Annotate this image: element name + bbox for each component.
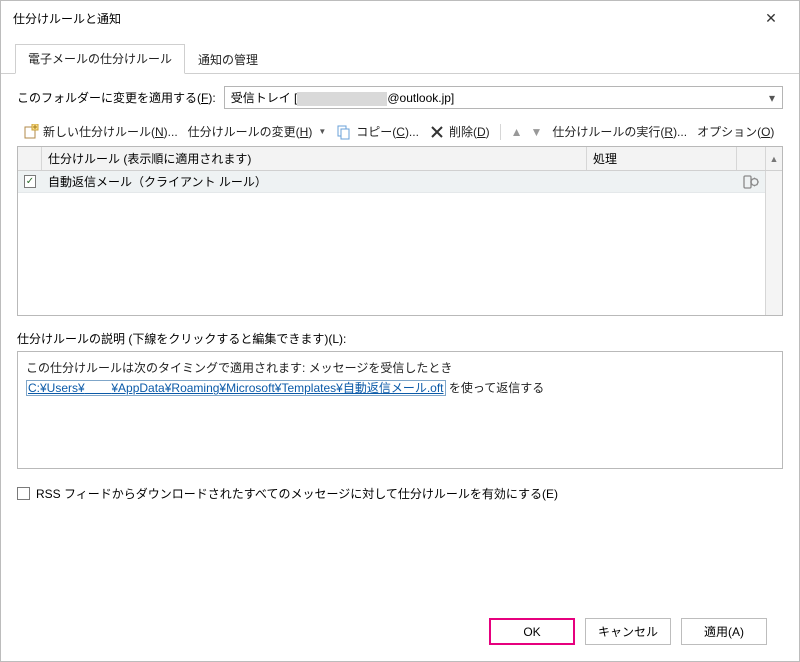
col-rule[interactable]: 仕分けルール (表示順に適用されます) <box>42 147 587 170</box>
new-rule-icon <box>23 124 39 140</box>
redacted-account <box>297 92 387 106</box>
delete-icon <box>429 124 445 140</box>
scroll-up-button[interactable]: ▲ <box>765 147 782 170</box>
close-icon: ✕ <box>765 10 777 27</box>
rule-name: 自動返信メール（クライアント ルール） <box>42 173 587 190</box>
toolbar-separator <box>500 124 501 140</box>
tab-manage-alerts-label: 通知の管理 <box>198 53 258 67</box>
apply-button[interactable]: 適用(A) <box>681 618 767 645</box>
copy-rule-button[interactable]: コピー(C)... <box>336 123 419 140</box>
dialog-buttons: OK キャンセル 適用(A) <box>17 604 783 661</box>
tabstrip: 電子メールの仕分けルール 通知の管理 <box>1 35 799 74</box>
rules-and-alerts-dialog: 仕分けルールと通知 ✕ 電子メールの仕分けルール 通知の管理 このフォルダーに変… <box>0 0 800 662</box>
delete-rule-button[interactable]: 削除(D) <box>429 123 490 140</box>
move-down-button[interactable]: ▼ <box>531 125 543 139</box>
rss-checkbox[interactable]: ✓ <box>17 487 30 500</box>
run-rules-label: 仕分けルールの実行(R)... <box>552 123 687 140</box>
titlebar: 仕分けルールと通知 ✕ <box>1 1 799 35</box>
tab-manage-alerts[interactable]: 通知の管理 <box>185 45 271 74</box>
apply-folder-label: このフォルダーに変更を適用する(F): <box>17 89 216 106</box>
rules-table-header: 仕分けルール (表示順に適用されます) 処理 ▲ <box>18 147 782 171</box>
rules-table: 仕分けルール (表示順に適用されます) 処理 ▲ ✓ 自動返信メール（クライアン… <box>17 146 783 316</box>
folder-value: 受信トレイ [@outlook.jp] <box>231 89 455 106</box>
new-rule-label: 新しい仕分けルール(N)... <box>43 123 178 140</box>
rss-label[interactable]: RSS フィードからダウンロードされたすべてのメッセージに対して仕分けルールを有… <box>36 485 558 502</box>
rss-apply-row: ✓ RSS フィードからダウンロードされたすべてのメッセージに対して仕分けルール… <box>17 485 783 502</box>
copy-icon <box>336 124 352 140</box>
apply-folder-row: このフォルダーに変更を適用する(F): 受信トレイ [@outlook.jp] … <box>17 86 783 109</box>
rules-table-body: ✓ 自動返信メール（クライアント ルール） <box>18 171 765 315</box>
apply-button-label: 適用(A) <box>704 623 744 640</box>
apply-folder-select[interactable]: 受信トレイ [@outlook.jp] ▾ <box>224 86 783 109</box>
change-rule-button[interactable]: 仕分けルールの変更(H) ▼ <box>188 123 327 140</box>
col-icon <box>737 147 765 170</box>
move-rule-arrows: ▲ ▼ <box>511 125 543 139</box>
close-button[interactable]: ✕ <box>749 3 793 33</box>
ok-button-label: OK <box>523 625 540 639</box>
rules-toolbar: 新しい仕分けルール(N)... 仕分けルールの変更(H) ▼ コピー(C)...… <box>17 119 783 146</box>
cancel-button-label: キャンセル <box>598 623 658 640</box>
ok-button[interactable]: OK <box>489 618 575 645</box>
options-button[interactable]: オプション(O) <box>697 123 774 140</box>
client-rule-icon <box>737 175 765 189</box>
copy-rule-label: コピー(C)... <box>356 123 419 140</box>
new-rule-button[interactable]: 新しい仕分けルール(N)... <box>23 123 178 140</box>
run-rules-button[interactable]: 仕分けルールの実行(R)... <box>552 123 687 140</box>
move-up-button[interactable]: ▲ <box>511 125 523 139</box>
tab-email-rules[interactable]: 電子メールの仕分けルール <box>15 44 185 74</box>
col-checkbox[interactable] <box>18 147 42 170</box>
chevron-down-icon: ▼ <box>318 127 326 136</box>
options-label: オプション(O) <box>697 123 774 140</box>
rule-description-box: この仕分けルールは次のタイミングで適用されます: メッセージを受信したとき C:… <box>17 351 783 469</box>
table-row[interactable]: ✓ 自動返信メール（クライアント ルール） <box>18 171 765 193</box>
rule-description-label: 仕分けルールの説明 (下線をクリックすると編集できます)(L): <box>17 330 783 347</box>
desc-line-2: C:¥Users¥ ¥AppData¥Roaming¥Microsoft¥Tem… <box>26 378 774 398</box>
vertical-scrollbar[interactable] <box>765 171 782 315</box>
cancel-button[interactable]: キャンセル <box>585 618 671 645</box>
rule-enabled-checkbox[interactable]: ✓ <box>24 175 36 188</box>
template-path-link[interactable]: C:¥Users¥ ¥AppData¥Roaming¥Microsoft¥Tem… <box>26 380 446 396</box>
col-process[interactable]: 処理 <box>587 147 737 170</box>
tab-email-rules-label: 電子メールの仕分けルール <box>28 52 172 66</box>
chevron-down-icon: ▾ <box>762 87 782 108</box>
delete-rule-label: 削除(D) <box>449 123 490 140</box>
window-title: 仕分けルールと通知 <box>13 10 749 27</box>
change-rule-label: 仕分けルールの変更(H) <box>188 123 313 140</box>
desc-line-1: この仕分けルールは次のタイミングで適用されます: メッセージを受信したとき <box>26 358 774 378</box>
